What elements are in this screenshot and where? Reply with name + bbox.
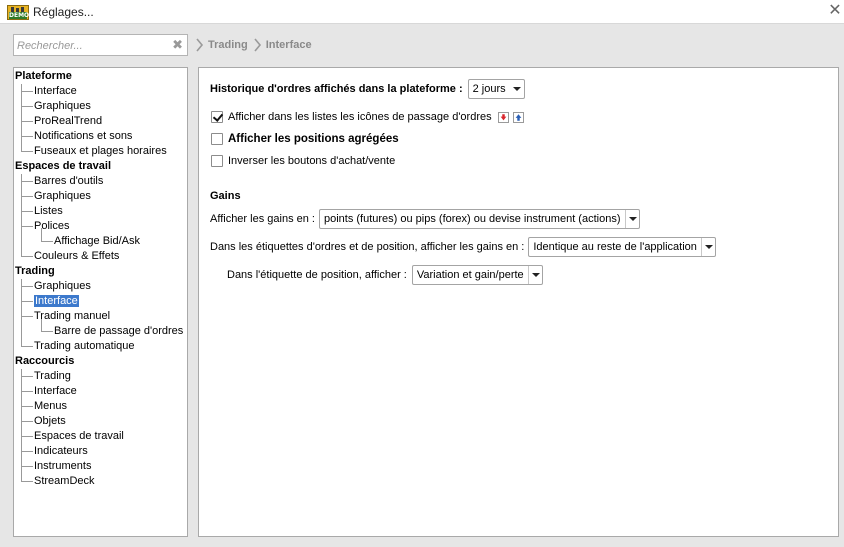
show-icons-checkbox[interactable] — [211, 111, 223, 123]
chevron-right-icon — [196, 38, 204, 52]
tree-item-graphiques[interactable]: Graphiques — [34, 99, 91, 114]
position-label-dropdown[interactable]: Variation et gain/perte — [411, 265, 543, 285]
tree-category-trading[interactable]: Trading — [15, 264, 55, 279]
tree-item-prorealtrend[interactable]: ProRealTrend — [34, 114, 102, 129]
tree-category-raccourcis[interactable]: Raccourcis — [15, 354, 74, 369]
breadcrumb-item-trading[interactable]: Trading — [208, 39, 248, 51]
close-icon[interactable]: ✕ — [826, 2, 844, 20]
tree-item-instruments[interactable]: Instruments — [34, 459, 91, 474]
tree-item-trading-interface[interactable]: Interface — [34, 294, 79, 309]
chevron-down-icon — [624, 210, 639, 228]
invert-buttons-label: Inverser les boutons d'achat/vente — [228, 155, 396, 167]
settings-tree: Plateforme Interface Graphiques ProRealT… — [13, 67, 188, 537]
tree-item-raccourcis-espaces[interactable]: Espaces de travail — [34, 429, 124, 444]
aggregated-checkbox[interactable] — [211, 133, 223, 145]
history-dropdown[interactable]: 2 jours — [467, 79, 525, 99]
tree-item-objets[interactable]: Objets — [34, 414, 66, 429]
tree-item-trading-manuel[interactable]: Trading manuel — [34, 309, 110, 324]
gains-heading: Gains — [210, 190, 241, 202]
chevron-down-icon — [510, 80, 524, 98]
chevron-down-icon — [527, 266, 542, 284]
settings-content: Historique d'ordres affichés dans la pla… — [198, 67, 839, 537]
gains-dropdown[interactable]: points (futures) ou pips (forex) ou devi… — [318, 209, 640, 229]
tree-item-indicateurs[interactable]: Indicateurs — [34, 444, 88, 459]
tree-item-notifications[interactable]: Notifications et sons — [34, 129, 132, 144]
tree-item-trading-graphiques[interactable]: Graphiques — [34, 279, 91, 294]
tree-item-trading-automatique[interactable]: Trading automatique — [34, 339, 135, 354]
breadcrumb: Trading Interface — [196, 38, 318, 52]
history-label: Historique d'ordres affichés dans la pla… — [210, 83, 463, 95]
buy-arrow-icon — [512, 111, 524, 123]
sell-arrow-icon — [497, 111, 509, 123]
tree-item-graphiques-2[interactable]: Graphiques — [34, 189, 91, 204]
tree-item-barres-outils[interactable]: Barres d'outils — [34, 174, 103, 189]
show-icons-label: Afficher dans les listes les icônes de p… — [228, 111, 492, 123]
labels-gains-dropdown[interactable]: Identique au reste de l'application — [528, 237, 716, 257]
tree-item-barre-passage-ordres[interactable]: Barre de passage d'ordres — [54, 324, 183, 339]
tree-category-plateforme[interactable]: Plateforme — [15, 69, 72, 84]
tree-category-espaces[interactable]: Espaces de travail — [15, 159, 111, 174]
demo-badge: DEMO — [9, 12, 30, 19]
title-bar: DEMO Réglages... ✕ — [0, 0, 844, 24]
invert-buttons-checkbox[interactable] — [211, 155, 223, 167]
tree-item-raccourcis-trading[interactable]: Trading — [34, 369, 71, 384]
position-label-label: Dans l'étiquette de position, afficher : — [227, 269, 407, 281]
app-logo-icon: DEMO — [7, 5, 29, 20]
aggregated-label: Afficher les positions agrégées — [228, 133, 399, 145]
chevron-right-icon — [254, 38, 261, 52]
search-box[interactable]: ✖ — [13, 34, 188, 56]
search-input[interactable] — [17, 38, 167, 53]
window-title: Réglages... — [33, 5, 94, 19]
chevron-down-icon — [700, 238, 715, 256]
tree-item-fuseaux[interactable]: Fuseaux et plages horaires — [34, 144, 167, 159]
clear-search-icon[interactable]: ✖ — [172, 37, 183, 53]
tree-item-polices[interactable]: Polices — [34, 219, 69, 234]
tree-item-streamdeck[interactable]: StreamDeck — [34, 474, 95, 489]
tree-item-interface[interactable]: Interface — [34, 84, 77, 99]
tree-item-listes[interactable]: Listes — [34, 204, 63, 219]
labels-gains-label: Dans les étiquettes d'ordres et de posit… — [210, 241, 525, 253]
tree-item-affichage-bid-ask[interactable]: Affichage Bid/Ask — [54, 234, 140, 249]
tree-item-couleurs[interactable]: Couleurs & Effets — [34, 249, 119, 264]
tree-item-menus[interactable]: Menus — [34, 399, 67, 414]
gains-label: Afficher les gains en : — [210, 213, 315, 225]
tree-item-raccourcis-interface[interactable]: Interface — [34, 384, 77, 399]
breadcrumb-item-interface[interactable]: Interface — [266, 39, 312, 51]
